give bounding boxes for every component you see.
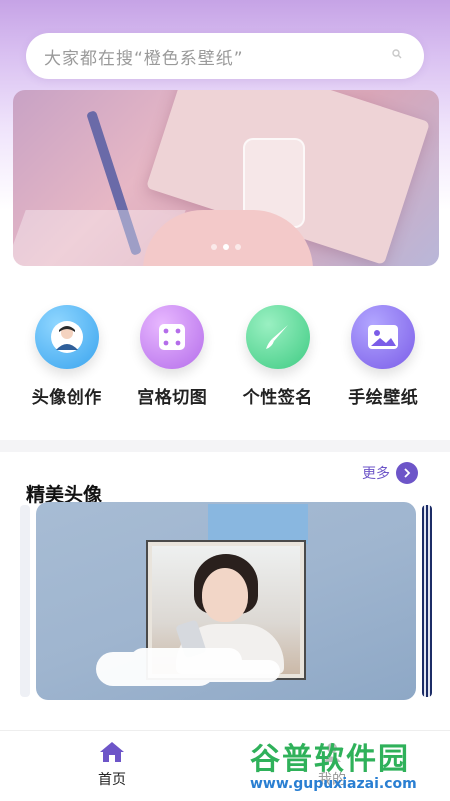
cloud-decoration bbox=[96, 652, 216, 686]
nav-home-label: 首页 bbox=[98, 772, 126, 788]
watermark: 谷普软件园 www.gupuxiazai.com bbox=[250, 734, 417, 792]
carousel-dot-active[interactable] bbox=[223, 244, 229, 250]
search-placeholder: 大家都在搜“橙色系壁纸” bbox=[44, 48, 244, 69]
card-decoration bbox=[208, 504, 308, 544]
more-link[interactable]: 更多 bbox=[362, 462, 418, 484]
chevron-right-icon[interactable] bbox=[396, 462, 418, 484]
feature-label: 头像创作 bbox=[31, 388, 102, 408]
avatar-card-prev[interactable] bbox=[20, 505, 30, 697]
feature-signature[interactable]: 个性签名 bbox=[228, 305, 328, 415]
search-icon[interactable] bbox=[392, 49, 402, 59]
image-icon bbox=[351, 305, 416, 369]
carousel-dot[interactable] bbox=[235, 244, 241, 250]
avatar-card-next[interactable] bbox=[422, 505, 432, 697]
brush-icon bbox=[245, 305, 310, 369]
avatar-card[interactable] bbox=[36, 502, 416, 700]
nav-home[interactable]: 首页 bbox=[72, 741, 152, 789]
feature-grid: 头像创作 宫格切图 个性签名 手绘壁纸 bbox=[0, 305, 450, 415]
feature-label: 手绘壁纸 bbox=[348, 388, 419, 408]
feature-label: 个性签名 bbox=[242, 388, 313, 408]
banner-carousel[interactable] bbox=[13, 90, 439, 266]
feature-label: 宫格切图 bbox=[137, 388, 208, 408]
avatar-icon bbox=[34, 305, 99, 369]
feature-hand-drawn[interactable]: 手绘壁纸 bbox=[333, 305, 433, 415]
search-bar[interactable]: 大家都在搜“橙色系壁纸” bbox=[26, 33, 424, 79]
feature-grid-cut[interactable]: 宫格切图 bbox=[122, 305, 222, 415]
more-label[interactable]: 更多 bbox=[362, 463, 390, 483]
feature-avatar-create[interactable]: 头像创作 bbox=[17, 305, 117, 415]
carousel-dot[interactable] bbox=[211, 244, 217, 250]
photo-face bbox=[202, 568, 248, 622]
section-divider bbox=[0, 440, 450, 452]
watermark-url: www.gupuxiazai.com bbox=[250, 776, 417, 792]
carousel-indicator bbox=[13, 244, 439, 250]
watermark-title: 谷普软件园 bbox=[250, 742, 410, 777]
grid-dice-icon bbox=[140, 305, 205, 369]
home-icon bbox=[100, 742, 124, 762]
